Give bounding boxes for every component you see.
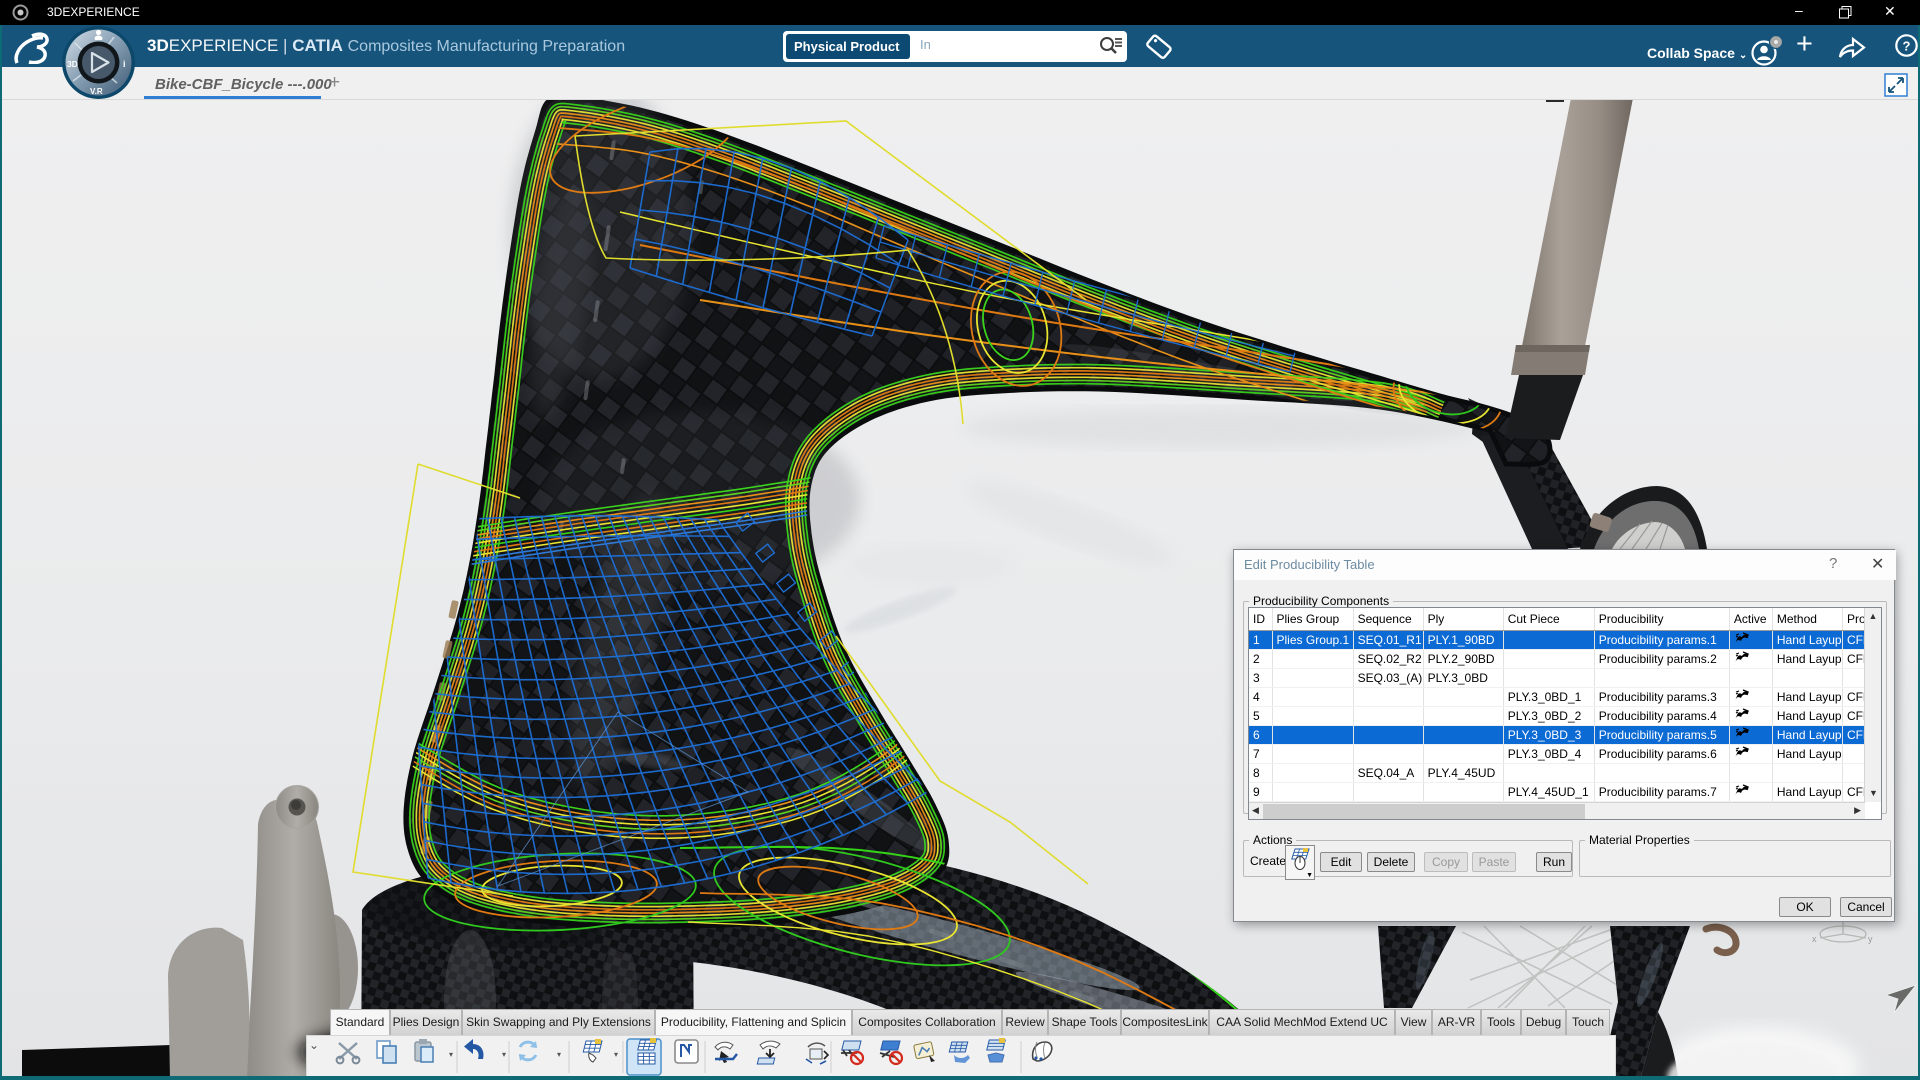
svg-text:▾: ▾ [502, 1050, 506, 1059]
svg-text:▾: ▾ [449, 1050, 453, 1059]
svg-text:i: i [123, 59, 126, 69]
svg-text:▾: ▾ [614, 1050, 618, 1059]
svg-text:3D: 3D [67, 59, 78, 69]
svg-text:V.R: V.R [90, 87, 103, 96]
svg-text:y: y [1868, 934, 1873, 944]
svg-text:x: x [1812, 934, 1817, 944]
svg-text:?: ? [1903, 39, 1911, 54]
svg-text:▾: ▾ [557, 1050, 561, 1059]
